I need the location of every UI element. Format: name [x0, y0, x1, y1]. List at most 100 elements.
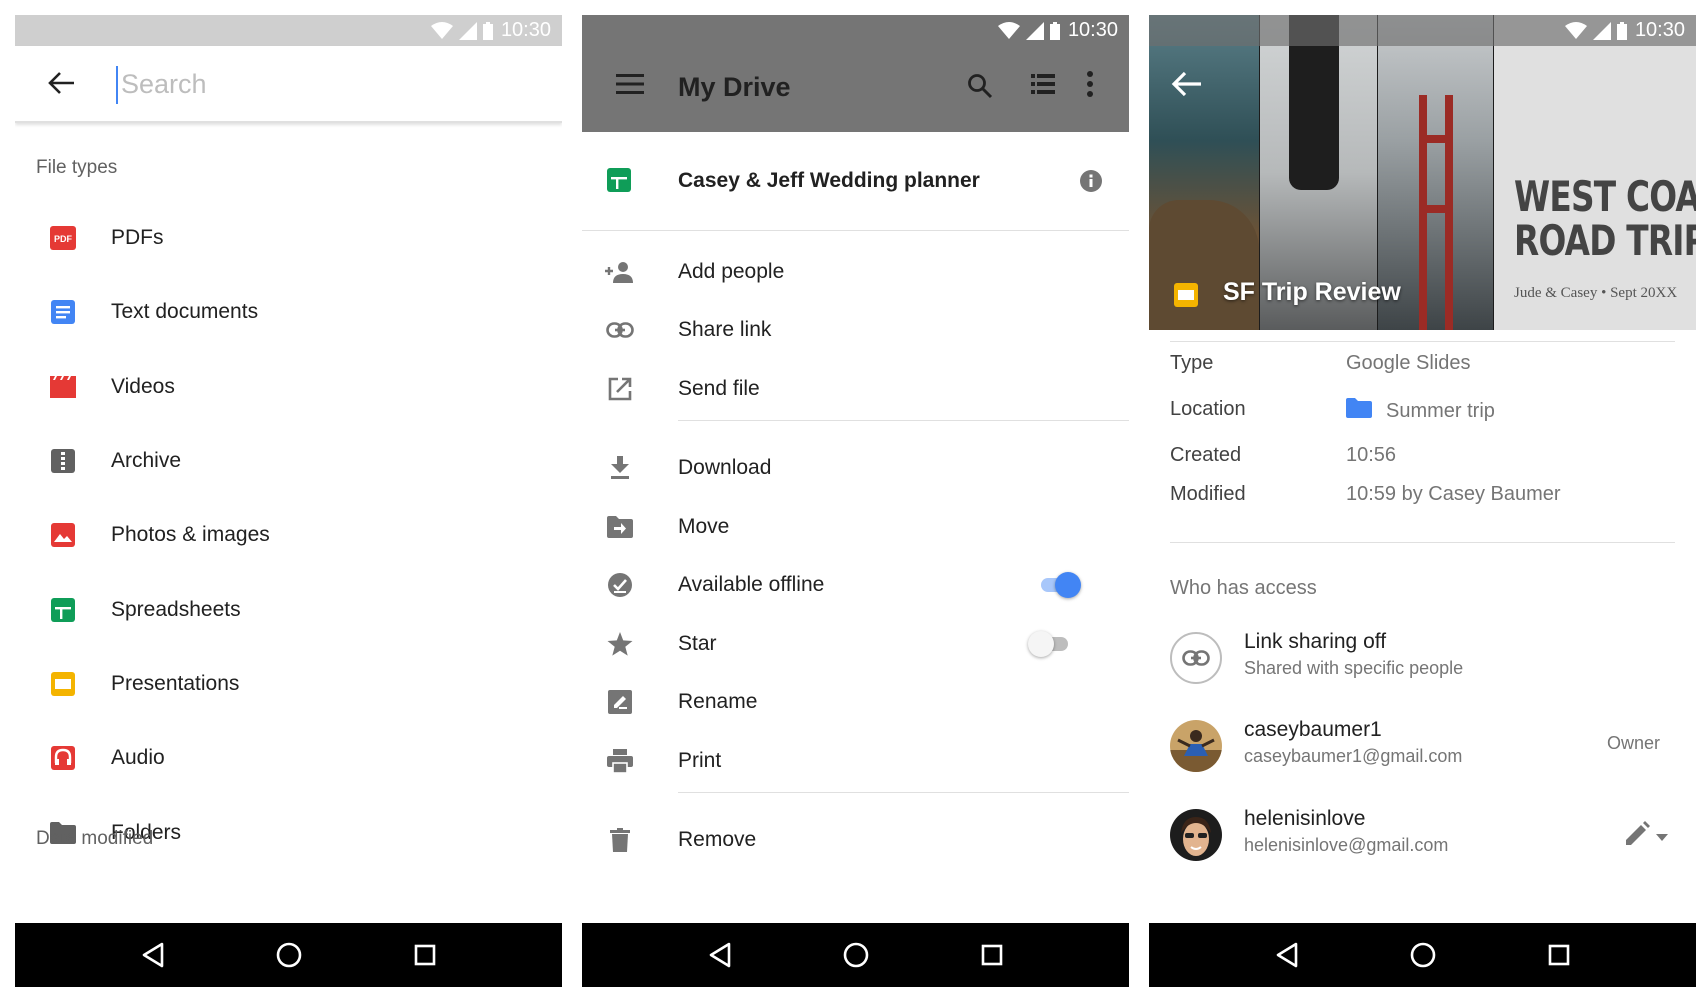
status-time: 10:30: [1634, 19, 1685, 41]
status-bar: 10:30: [15, 15, 562, 46]
file-preview-hero: WEST COAST ROAD TRIP Jude & Casey • Sept…: [1149, 15, 1696, 330]
file-type-text-documents[interactable]: Text documents: [15, 275, 562, 349]
status-bar: 10:30: [1149, 15, 1696, 46]
presentation-icon: [1174, 283, 1198, 312]
file-type-spreadsheets[interactable]: Spreadsheets: [15, 572, 562, 646]
rename-icon: [604, 686, 636, 718]
person-row-owner[interactable]: caseybaumer1 caseybaumer1@gmail.com Owne…: [1149, 716, 1696, 780]
nav-back-icon[interactable]: [708, 942, 732, 968]
file-type-presentations[interactable]: Presentations: [15, 647, 562, 721]
menu-item-rename[interactable]: Rename: [582, 673, 1129, 731]
battery-icon: [482, 21, 493, 40]
link-icon: [604, 314, 636, 346]
nav-recents-icon[interactable]: [1548, 944, 1570, 966]
search-icon[interactable]: [967, 73, 993, 104]
file-type-label: Text documents: [111, 300, 259, 324]
list-view-icon[interactable]: [1031, 74, 1055, 99]
back-arrow-icon[interactable]: [1171, 71, 1201, 102]
file-type-list: PDF PDFs Text documents Videos Archive P…: [15, 201, 562, 870]
star-icon: [604, 628, 636, 660]
status-icons: [430, 21, 493, 40]
menu-item-label: Move: [678, 515, 730, 538]
detail-value: 10:59 by Casey Baumer: [1346, 483, 1561, 506]
menu-item-label: Rename: [678, 690, 758, 713]
file-type-videos[interactable]: Videos: [15, 350, 562, 424]
menu-item-download[interactable]: Download: [582, 439, 1129, 497]
avatar: [1170, 720, 1222, 772]
nav-back-icon[interactable]: [1275, 942, 1299, 968]
link-sharing-row[interactable]: Link sharing off Shared with specific pe…: [1149, 628, 1696, 692]
detail-location: Location Summer trip: [1149, 398, 1696, 432]
divider: [1170, 341, 1675, 342]
detail-value[interactable]: Summer trip: [1346, 398, 1495, 424]
more-vert-icon[interactable]: [1087, 71, 1093, 102]
status-icons: [997, 21, 1060, 40]
file-type-pdfs[interactable]: PDF PDFs: [15, 201, 562, 275]
menu-item-label: Available offline: [678, 573, 825, 596]
download-icon: [604, 452, 636, 484]
menu-item-send-file[interactable]: Send file: [582, 360, 1129, 418]
back-arrow-icon[interactable]: [48, 72, 74, 99]
person-row-editor[interactable]: helenisinlove helenisinlove@gmail.com: [1149, 805, 1696, 869]
menu-item-label: Add people: [678, 260, 785, 283]
info-icon[interactable]: [1079, 169, 1103, 198]
file-type-label: Spreadsheets: [111, 597, 241, 621]
menu-item-remove[interactable]: Remove: [582, 811, 1129, 869]
app-toolbar: My Drive: [582, 46, 1129, 132]
menu-item-label: Download: [678, 456, 772, 479]
link-sharing-title: Link sharing off: [1244, 630, 1387, 653]
menu-item-move[interactable]: Move: [582, 498, 1129, 556]
status-icons: [1564, 21, 1627, 40]
file-title: SF Trip Review: [1223, 278, 1401, 306]
menu-item-label: Send file: [678, 377, 760, 400]
battery-icon: [1616, 21, 1627, 40]
status-bar: 10:30: [582, 15, 1129, 46]
hero-bridge-tower: [1419, 95, 1453, 330]
search-bar: [15, 46, 562, 123]
file-type-audio[interactable]: Audio: [15, 721, 562, 795]
nav-recents-icon[interactable]: [981, 944, 1003, 966]
menu-item-label: Star: [678, 632, 717, 655]
file-name: Casey & Jeff Wedding planner: [678, 169, 980, 192]
archive-icon: [50, 448, 76, 474]
menu-item-add-people[interactable]: Add people: [582, 243, 1129, 301]
signal-icon: [1025, 21, 1044, 40]
menu-item-print[interactable]: Print: [582, 732, 1129, 790]
search-screen: 10:30 File types PDF PDFs Text documents…: [15, 15, 562, 987]
person-name: helenisinlove: [1244, 807, 1366, 830]
menu-item-label: Print: [678, 749, 722, 772]
search-input[interactable]: [119, 62, 523, 106]
nav-home-icon[interactable]: [843, 942, 869, 968]
nav-back-icon[interactable]: [141, 942, 165, 968]
menu-divider: [678, 420, 1129, 421]
file-type-label: Archive: [111, 449, 182, 473]
nav-home-icon[interactable]: [1410, 942, 1436, 968]
page-title: My Drive: [678, 72, 791, 102]
nav-home-icon[interactable]: [276, 942, 302, 968]
available-offline-toggle[interactable]: [1037, 570, 1083, 600]
divider: [1170, 542, 1675, 543]
detail-key: Modified: [1170, 483, 1246, 505]
nav-recents-icon[interactable]: [414, 944, 436, 966]
file-type-photos[interactable]: Photos & images: [15, 498, 562, 572]
text-cursor: [116, 66, 118, 104]
person-name: caseybaumer1: [1244, 718, 1382, 741]
link-icon: [1170, 632, 1222, 684]
menu-item-share-link[interactable]: Share link: [582, 301, 1129, 359]
status-time: 10:30: [1067, 19, 1118, 41]
file-type-label: Photos & images: [111, 523, 270, 547]
chevron-down-icon[interactable]: [1656, 829, 1668, 847]
file-type-label: PDFs: [111, 226, 164, 250]
menu-item-star[interactable]: Star: [582, 615, 1129, 673]
battery-icon: [1049, 21, 1060, 40]
person-email: caseybaumer1@gmail.com: [1244, 746, 1463, 766]
menu-item-available-offline[interactable]: Available offline: [582, 556, 1129, 614]
edit-permission-icon[interactable]: [1624, 821, 1650, 852]
file-type-archive[interactable]: Archive: [15, 424, 562, 498]
star-toggle[interactable]: [1028, 629, 1074, 659]
hero-subline: Jude & Casey • Sept 20XX: [1514, 285, 1678, 301]
hamburger-menu-icon[interactable]: [616, 74, 644, 99]
person-role: Owner: [1606, 733, 1660, 753]
hero-headline-line1: WEST COAST: [1514, 172, 1696, 221]
signal-icon: [1592, 21, 1611, 40]
